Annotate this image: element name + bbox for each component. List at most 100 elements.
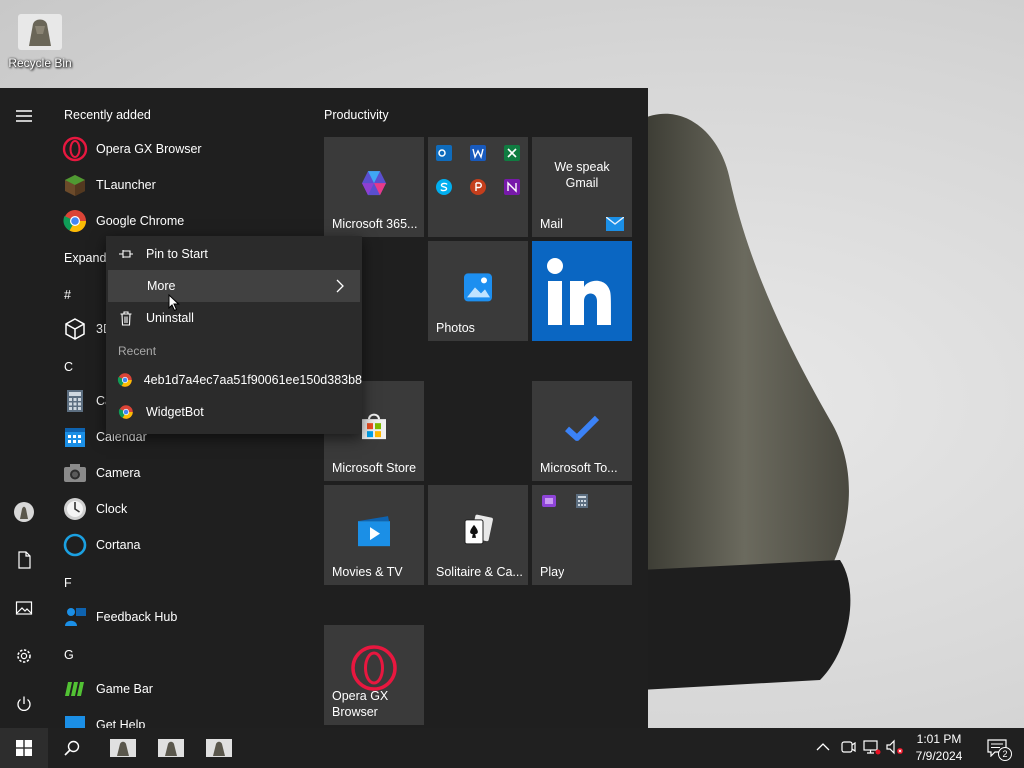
- menu-item-label: Uninstall: [146, 311, 194, 325]
- tile-microsoft-365[interactable]: Microsoft 365...: [324, 137, 424, 237]
- app-tlauncher[interactable]: TLauncher: [62, 167, 156, 203]
- search-button[interactable]: [48, 728, 96, 768]
- windows-logo-icon: [16, 740, 32, 756]
- taskbar-app-3[interactable]: [196, 728, 242, 768]
- checkmark-icon: [565, 415, 599, 441]
- section-hash[interactable]: #: [64, 288, 71, 302]
- onenote-icon: [504, 179, 520, 195]
- tile-microsoft-todo[interactable]: Microsoft To...: [532, 381, 632, 481]
- recent-item[interactable]: WidgetBot: [106, 396, 362, 428]
- section-f[interactable]: F: [64, 576, 72, 590]
- clock-icon: [64, 498, 86, 520]
- solitaire-cards-icon: [464, 514, 493, 545]
- tile-mail[interactable]: We speak Gmail Mail: [532, 137, 632, 237]
- settings-button[interactable]: [0, 636, 48, 676]
- network-icon[interactable]: [863, 739, 881, 755]
- word-icon: [470, 145, 486, 161]
- menu-item-label: Pin to Start: [146, 247, 208, 261]
- feedback-hub-icon: [65, 608, 86, 626]
- tile-label: Mail: [540, 217, 563, 231]
- mouse-cursor: [168, 294, 180, 312]
- tile-movies-tv[interactable]: Movies & TV: [324, 485, 424, 585]
- section-c[interactable]: C: [64, 360, 73, 374]
- powerpoint-icon: [470, 179, 486, 195]
- app-label: Opera GX Browser: [96, 142, 202, 156]
- camera-icon: [64, 464, 86, 482]
- skype-icon: [436, 179, 452, 195]
- app-label: Cortana: [96, 538, 141, 552]
- opera-gx-icon: [62, 136, 88, 162]
- pin-to-start-item[interactable]: Pin to Start: [106, 238, 362, 270]
- recycle-bin[interactable]: Recycle Bin: [4, 8, 76, 70]
- chevron-up-icon[interactable]: [816, 742, 830, 752]
- tile-label: Microsoft 365...: [332, 217, 418, 231]
- trash-icon: [120, 310, 132, 326]
- microsoft-365-icon: [362, 171, 386, 196]
- game-bar-icon: [65, 682, 84, 696]
- tile-solitaire[interactable]: Solitaire & Ca...: [428, 485, 528, 585]
- tile-office-folder[interactable]: [428, 137, 528, 237]
- expand-link[interactable]: Expand: [64, 251, 106, 265]
- taskbar-app-2[interactable]: [148, 728, 194, 768]
- linkedin-icon: [547, 258, 611, 325]
- hamburger-button[interactable]: [0, 96, 48, 136]
- app-feedback-hub[interactable]: Feedback Hub: [62, 599, 177, 635]
- tile-label: Play: [540, 565, 565, 579]
- menu-item-label: WidgetBot: [146, 405, 204, 419]
- tile-opera-gx[interactable]: Opera GX Browser: [324, 625, 424, 725]
- tile-linkedin[interactable]: [532, 241, 632, 341]
- app-clock[interactable]: Clock: [62, 491, 127, 527]
- more-item[interactable]: More: [108, 270, 360, 302]
- app-camera[interactable]: Camera: [62, 455, 140, 491]
- app-label: Camera: [96, 466, 141, 480]
- tile-play-folder[interactable]: Play: [532, 485, 632, 585]
- chrome-icon: [63, 210, 86, 232]
- get-help-icon: [65, 716, 85, 728]
- app-game-bar[interactable]: Game Bar: [62, 671, 153, 707]
- mail-icon: [606, 217, 624, 231]
- outlook-icon: [436, 145, 452, 161]
- meet-now-icon[interactable]: [840, 739, 856, 755]
- cube-icon: [65, 318, 85, 340]
- user-account-button[interactable]: [0, 492, 48, 532]
- avatar: [14, 502, 34, 522]
- app-get-help[interactable]: Get Help: [62, 707, 145, 728]
- power-icon: [17, 696, 31, 711]
- tile-photos[interactable]: Photos: [428, 241, 528, 341]
- app-window-icon: [206, 739, 232, 757]
- section-g[interactable]: G: [64, 648, 74, 662]
- tile-label: Solitaire & Ca...: [436, 565, 523, 579]
- action-center-button[interactable]: 2: [980, 728, 1014, 768]
- chevron-right-icon: [336, 279, 344, 293]
- system-clock[interactable]: 1:01 PM 7/9/2024: [904, 731, 974, 765]
- tile-area: Productivity Microsoft 365... We speak G…: [324, 88, 648, 728]
- volume-muted-icon[interactable]: [886, 739, 904, 755]
- uninstall-item[interactable]: Uninstall: [106, 302, 362, 334]
- documents-button[interactable]: [0, 540, 48, 580]
- excel-icon: [504, 145, 520, 161]
- power-button[interactable]: [0, 684, 48, 724]
- context-menu: Pin to Start More Uninstall Recent 4eb1d…: [106, 236, 362, 434]
- app-label: TLauncher: [96, 178, 156, 192]
- app-label: Clock: [96, 502, 128, 516]
- recent-item[interactable]: 4eb1d7a4ec7aa51f90061ee150d383b8: [106, 364, 362, 396]
- tile-label: Movies & TV: [332, 565, 403, 579]
- opera-tile-label-line1: Opera GX: [332, 689, 389, 703]
- opera-gx-icon: [351, 645, 397, 691]
- app-window-icon: [158, 739, 184, 757]
- calendar-icon: [65, 428, 85, 447]
- app-cortana[interactable]: Cortana: [62, 527, 140, 563]
- start-button[interactable]: [0, 728, 48, 768]
- app-google-chrome[interactable]: Google Chrome: [62, 203, 184, 239]
- tile-group-productivity[interactable]: Productivity: [324, 108, 389, 122]
- app-opera-gx[interactable]: Opera GX Browser: [62, 131, 202, 167]
- recent-header: Recent: [118, 344, 157, 358]
- pictures-button[interactable]: [0, 588, 48, 628]
- taskbar-app-1[interactable]: [100, 728, 146, 768]
- clock-time: 1:01 PM: [916, 732, 962, 746]
- media-app-icon: [542, 495, 556, 507]
- tile-label: Microsoft Store: [332, 461, 417, 475]
- opera-tile-label: Opera GX Browser: [332, 688, 388, 720]
- chrome-icon: [117, 373, 132, 387]
- hamburger-icon: [16, 110, 32, 122]
